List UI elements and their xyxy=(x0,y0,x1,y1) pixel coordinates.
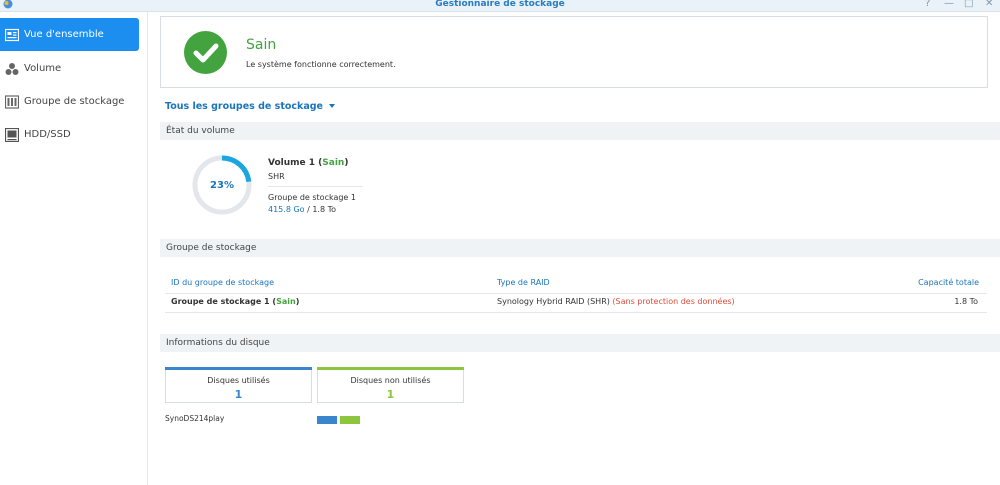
volume-capacity: 415.8 Go / 1.8 To xyxy=(268,205,336,214)
raid-type-cell: Synology Hybrid RAID (SHR) (Sans protect… xyxy=(497,297,735,306)
unused-disks-count: 1 xyxy=(386,388,395,401)
used-disks-label: Disques utilisés xyxy=(207,376,270,385)
unused-disks-bar xyxy=(317,367,464,370)
storage-pool-icon xyxy=(5,95,19,109)
pool-name: Groupe de stockage 1 xyxy=(171,297,270,306)
storage-pool-filter-label: Tous les groupes de stockage xyxy=(165,101,323,112)
used-disks-bar xyxy=(165,367,312,370)
overview-icon xyxy=(5,28,19,42)
section-title: État du volume xyxy=(166,126,235,136)
volume-pool: Groupe de stockage 1 xyxy=(268,193,356,202)
section-title: Groupe de stockage xyxy=(166,243,257,253)
volume-status-header: État du volume xyxy=(160,122,1000,140)
raid-type: Synology Hybrid RAID (SHR) xyxy=(497,297,613,306)
paren-close: ) xyxy=(344,158,349,168)
column-header-raid-type[interactable]: Type de RAID xyxy=(497,278,550,287)
title-bar: Gestionnaire de stockage ? — □ ✕ xyxy=(0,0,1000,12)
divider xyxy=(268,186,363,187)
close-icon[interactable]: ✕ xyxy=(985,0,993,9)
unused-disks-card: Disques non utilisés 1 xyxy=(317,367,464,403)
maximize-icon[interactable]: □ xyxy=(964,0,973,9)
sidebar-item-hdd-ssd[interactable]: HDD/SSD xyxy=(0,118,139,151)
volume-name[interactable]: Volume 1 (Sain) xyxy=(268,158,348,168)
volume-name-text: Volume 1 xyxy=(268,158,316,168)
paren-close: ) xyxy=(295,297,300,306)
section-title: Informations du disque xyxy=(166,338,270,348)
sidebar: Vue d'ensemble Volume Groupe de stockage… xyxy=(0,12,148,485)
volume-icon xyxy=(5,63,19,75)
disk-slot-used[interactable] xyxy=(317,416,337,424)
volume-type: SHR xyxy=(268,172,285,181)
disk-icon xyxy=(5,128,19,142)
check-icon xyxy=(184,31,227,74)
health-status-description: Le système fonctionne correctement. xyxy=(246,60,396,69)
sidebar-item-volume[interactable]: Volume xyxy=(0,52,139,85)
volume-used: 415.8 Go xyxy=(268,205,305,214)
caret-down-icon xyxy=(329,104,335,108)
storage-pool-filter-dropdown[interactable]: Tous les groupes de stockage xyxy=(165,101,335,112)
used-disks-count: 1 xyxy=(234,388,243,401)
sidebar-item-label: Vue d'ensemble xyxy=(24,29,104,40)
pool-name-cell: Groupe de stockage 1 (Sain) xyxy=(171,297,299,306)
sidebar-item-overview[interactable]: Vue d'ensemble xyxy=(0,18,139,51)
sidebar-item-label: Volume xyxy=(24,63,62,74)
raid-warning: (Sans protection des données) xyxy=(612,297,735,306)
window-title: Gestionnaire de stockage xyxy=(435,0,565,9)
volume-usage-percent: 23% xyxy=(210,180,234,191)
unused-disks-label: Disques non utilisés xyxy=(350,376,431,385)
device-name: SynoDS214play xyxy=(165,414,225,423)
volume-total: 1.8 To xyxy=(312,205,337,214)
capacity-cell: 1.8 To xyxy=(954,297,978,306)
column-header-pool-id[interactable]: ID du groupe de stockage xyxy=(171,278,274,287)
minimize-icon[interactable]: — xyxy=(944,0,954,9)
column-header-capacity[interactable]: Capacité totale xyxy=(918,278,979,287)
storage-pool-header: Groupe de stockage xyxy=(160,239,1000,257)
volume-status: Sain xyxy=(322,158,345,168)
health-status-title: Sain xyxy=(246,37,277,53)
divider xyxy=(165,293,987,294)
used-disks-card: Disques utilisés 1 xyxy=(165,367,312,403)
help-icon[interactable]: ? xyxy=(925,0,930,9)
pool-status: Sain xyxy=(276,297,296,306)
disk-info-header: Informations du disque xyxy=(160,334,1000,352)
sidebar-item-label: Groupe de stockage xyxy=(24,96,125,107)
divider xyxy=(165,312,987,313)
sidebar-item-label: HDD/SSD xyxy=(24,129,71,140)
health-status-card: Sain Le système fonctionne correctement. xyxy=(160,16,988,88)
disk-slot-unused[interactable] xyxy=(340,416,360,424)
main-content: Sain Le système fonctionne correctement.… xyxy=(149,12,1000,485)
sidebar-item-storage-pool[interactable]: Groupe de stockage xyxy=(0,85,139,118)
